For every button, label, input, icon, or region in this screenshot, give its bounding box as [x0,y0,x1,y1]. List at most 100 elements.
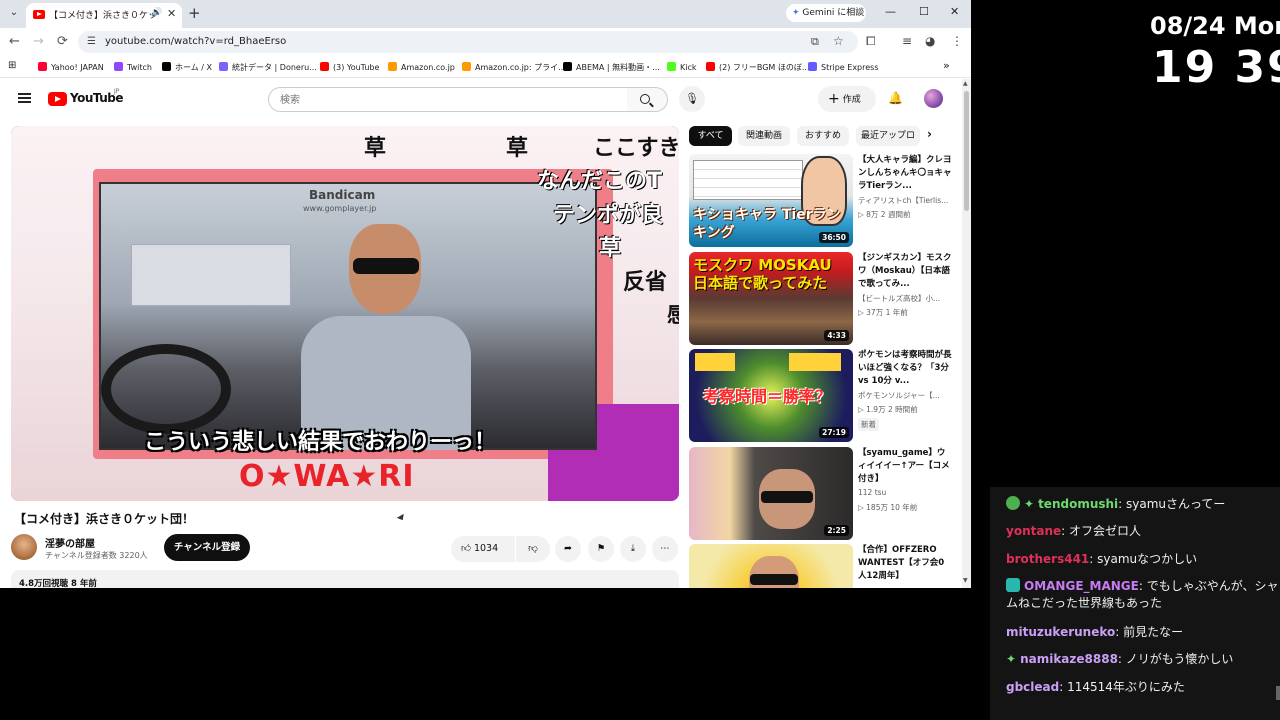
extensions-icon[interactable]: ⧠ [866,34,876,49]
bookmark-item[interactable]: Amazon.co.jp [388,62,455,72]
new-tab-button[interactable]: + [188,4,201,22]
recommendation-thumbnail[interactable]: モスクワ MOSKAU 日本語で歌ってみた 4:33 [689,252,853,345]
recommendation-item[interactable]: 2:25 【syamu_game】ウィイイイー↑アー【コメ付き】 112 tsu… [689,447,954,540]
tab-close-icon[interactable]: ✕ [167,7,176,20]
scrollbar-thumb[interactable] [964,91,969,211]
chat-username[interactable]: mituzukeruneko [1006,625,1115,639]
like-button[interactable]: 👍︎ 1034 [451,536,515,562]
chip-related[interactable]: 関連動画 [738,126,790,146]
forward-button[interactable]: → [33,34,44,49]
save-button[interactable]: ⚑ [588,536,614,562]
recommendation-title[interactable]: 【syamu_game】ウィイイイー↑アー【コメ付き】 [858,447,952,486]
chat-message: brothers441: syamuなつかしい [1006,552,1198,566]
description-box[interactable]: 4.8万回視聴 8 年前 [11,570,679,588]
chat-text: オフ会ゼロ人 [1068,524,1141,538]
bookmark-label: (2) フリーBGM ほのぼ... [719,63,810,72]
chip-recommended[interactable]: おすすめ [797,126,849,146]
media-control-icon[interactable]: ≡ [902,34,912,48]
youtube-logo-icon[interactable] [48,92,67,106]
bookmark-item[interactable]: (3) YouTube [320,62,379,72]
share-button[interactable]: ➦ [555,536,581,562]
bookmark-item[interactable]: Twitch [114,62,152,72]
recommendation-item[interactable]: 考察時間＝勝率？ 27:19 ポケモンは考察時間が長いほど強くなる？「3分 vs… [689,349,954,442]
recommendation-channel[interactable]: ティアリストch【Tierlis... [858,195,950,206]
reload-button[interactable]: ⟳ [57,34,68,49]
bookmark-item[interactable]: ABEMA | 無料動画・... [563,62,660,73]
tab-audio-icon[interactable]: 🔊 [151,8,162,18]
recommendation-title[interactable]: 【大人キャラ編】クレヨンしんちゃんキ〇ョキャラTierラン... [858,154,952,193]
chat-username[interactable]: namikaze8888 [1020,652,1118,666]
tab-search-chevron-icon[interactable]: ⌄ [6,5,22,21]
scroll-up-arrow-icon[interactable]: ▲ [963,80,968,87]
bookmark-item[interactable]: (2) フリーBGM ほのぼ... [706,62,810,73]
recommendation-item[interactable]: 【合作】OFFZERO WANTEST【オフ会0人12周年】 [689,544,954,588]
recommendation-thumbnail[interactable]: 考察時間＝勝率？ 27:19 [689,349,853,442]
video-player[interactable]: Bandicam www.gomplayer.jp こういう悲しい結果でおわりー… [11,126,679,501]
bookmark-star-icon[interactable]: ☆ [833,34,844,48]
search-box[interactable] [268,87,628,112]
recommendation-title[interactable]: 【ジンギスカン】モスクワ（Moskau）【日本語で歌ってみ... [858,252,952,291]
notifications-bell-icon[interactable]: 🔔 [888,91,903,105]
site-info-icon[interactable]: ☰ [87,36,96,47]
minimize-button[interactable]: — [885,5,896,18]
cast-icon[interactable]: ⧉ [811,35,819,49]
bookmark-item[interactable]: Yahoo! JAPAN [38,62,104,72]
chat-scrollbar[interactable] [1276,686,1280,700]
bookmark-item[interactable]: Kick [667,62,697,72]
channel-name[interactable]: 淫夢の部屋 [45,535,95,550]
bookmark-item[interactable]: Stripe Express [808,62,879,72]
video-watermark: Bandicam [309,188,376,202]
chat-username[interactable]: gbclead [1006,680,1059,694]
more-actions-button[interactable]: ⋯ [652,536,678,562]
dislike-button[interactable]: 👎︎ [516,536,550,562]
gemini-button[interactable]: ✦ Gemini に相談 [786,4,866,22]
bookmark-favicon-icon [388,62,397,71]
recommendation-thumbnail[interactable]: 2:25 [689,447,853,540]
apps-grid-icon[interactable]: ⊞ [8,60,16,71]
chat-username[interactable]: yontane [1006,524,1061,538]
overlay-comment: 感 [667,303,679,328]
search-icon [640,94,650,104]
subscribe-button[interactable]: チャンネル登録 [164,534,250,561]
recommendation-thumbnail[interactable]: キショキャラ Tierランキング 36:50 [689,154,853,247]
chat-message: ✦ namikaze8888: ノリがもう懐かしい [1006,652,1234,666]
chat-username[interactable]: OMANGE_MANGE [1024,579,1139,593]
channel-avatar[interactable] [11,534,37,560]
chip-all[interactable]: すべて [689,126,732,146]
recommendation-item[interactable]: モスクワ MOSKAU 日本語で歌ってみた 4:33 【ジンギスカン】モスクワ（… [689,252,954,345]
chat-username[interactable]: tendomushi [1038,497,1118,511]
recommendation-channel[interactable]: 【ビートルズ高校】小... [858,293,950,304]
search-input[interactable] [269,89,627,112]
recommendation-item[interactable]: キショキャラ Tierランキング 36:50 【大人キャラ編】クレヨンしんちゃん… [689,154,954,247]
menu-icon[interactable]: ⋮ [951,34,963,48]
page-scrollbar[interactable]: ▲ ▼ [962,79,971,588]
create-button[interactable]: + 作成 [818,86,876,112]
bookmark-item[interactable]: Amazon.co.jp: プライ... [462,62,566,73]
maximize-button[interactable]: ☐ [919,5,929,18]
scroll-down-arrow-icon[interactable]: ▼ [963,577,968,584]
bookmarks-more-icon[interactable]: » [943,59,950,72]
bookmark-label: Kick [680,63,697,72]
recommendation-title[interactable]: ポケモンは考察時間が長いほど強くなる？「3分 vs 10分 v... [858,349,952,388]
address-bar[interactable]: ☰ youtube.com/watch?v=rd_BhaeErso ⧉ ☆ [78,31,858,53]
recommendation-title[interactable]: 【合作】OFFZERO WANTEST【オフ会0人12周年】 [858,544,952,583]
chip-recent[interactable]: 最近アップロ [856,126,920,146]
recommendation-thumbnail[interactable] [689,544,853,588]
bookmark-favicon-icon [462,62,471,71]
recommendation-channel[interactable]: ポケモンソルジャー【... [858,390,950,401]
chat-username[interactable]: brothers441 [1006,552,1089,566]
tab-active[interactable]: 【コメ付き】浜さき０ケット団！ 🔊 ✕ [26,3,182,28]
chevron-right-icon[interactable]: › [927,127,932,141]
voice-search-button[interactable]: 🎙 [679,86,705,112]
overlay-comment: 草 [506,136,529,161]
window-close-button[interactable]: ✕ [950,5,959,18]
search-button[interactable] [627,87,668,112]
bookmark-item[interactable]: ホーム / X [162,62,212,73]
account-avatar[interactable] [924,89,943,108]
profile-icon[interactable]: ◕ [925,34,935,48]
recommendation-channel[interactable]: 112 tsu [858,488,950,497]
hamburger-menu-icon[interactable] [18,93,31,103]
back-button[interactable]: ← [9,34,20,49]
download-button[interactable]: ⤓ [620,536,646,562]
bookmark-item[interactable]: 統計データ | Doneru... [219,62,317,73]
